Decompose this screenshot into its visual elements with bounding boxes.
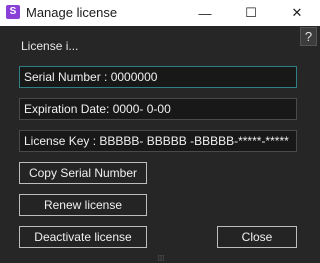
maximize-button[interactable]: ☐ xyxy=(228,0,274,26)
copy-serial-number-button[interactable]: Copy Serial Number xyxy=(19,162,147,184)
resize-grip-icon[interactable]: ⁞⁞⁞ xyxy=(152,255,170,263)
maximize-icon: ☐ xyxy=(245,5,257,20)
license-key-field[interactable]: License Key : BBBBB- BBBBB -BBBBB-*****-… xyxy=(19,130,297,152)
help-button[interactable]: ? xyxy=(300,27,317,46)
close-button[interactable]: Close xyxy=(217,226,297,248)
manage-license-dialog: S Manage license — ☐ ✕ ? License i... Se… xyxy=(0,0,320,263)
close-icon: ✕ xyxy=(291,5,303,20)
license-info-label: License i... xyxy=(21,39,79,53)
minimize-icon: — xyxy=(198,5,212,21)
title-bar[interactable]: S Manage license — ☐ ✕ xyxy=(0,0,320,26)
serial-number-field[interactable]: Serial Number : 0000000 xyxy=(19,66,297,88)
deactivate-license-button[interactable]: Deactivate license xyxy=(19,226,147,248)
close-window-button[interactable]: ✕ xyxy=(274,0,320,26)
minimize-button[interactable]: — xyxy=(182,0,228,26)
app-logo-icon: S xyxy=(6,5,20,19)
renew-license-button[interactable]: Renew license xyxy=(19,194,147,216)
expiration-date-field[interactable]: Expiration Date: 0000- 0-00 xyxy=(19,98,297,120)
window-title: Manage license xyxy=(26,5,118,20)
